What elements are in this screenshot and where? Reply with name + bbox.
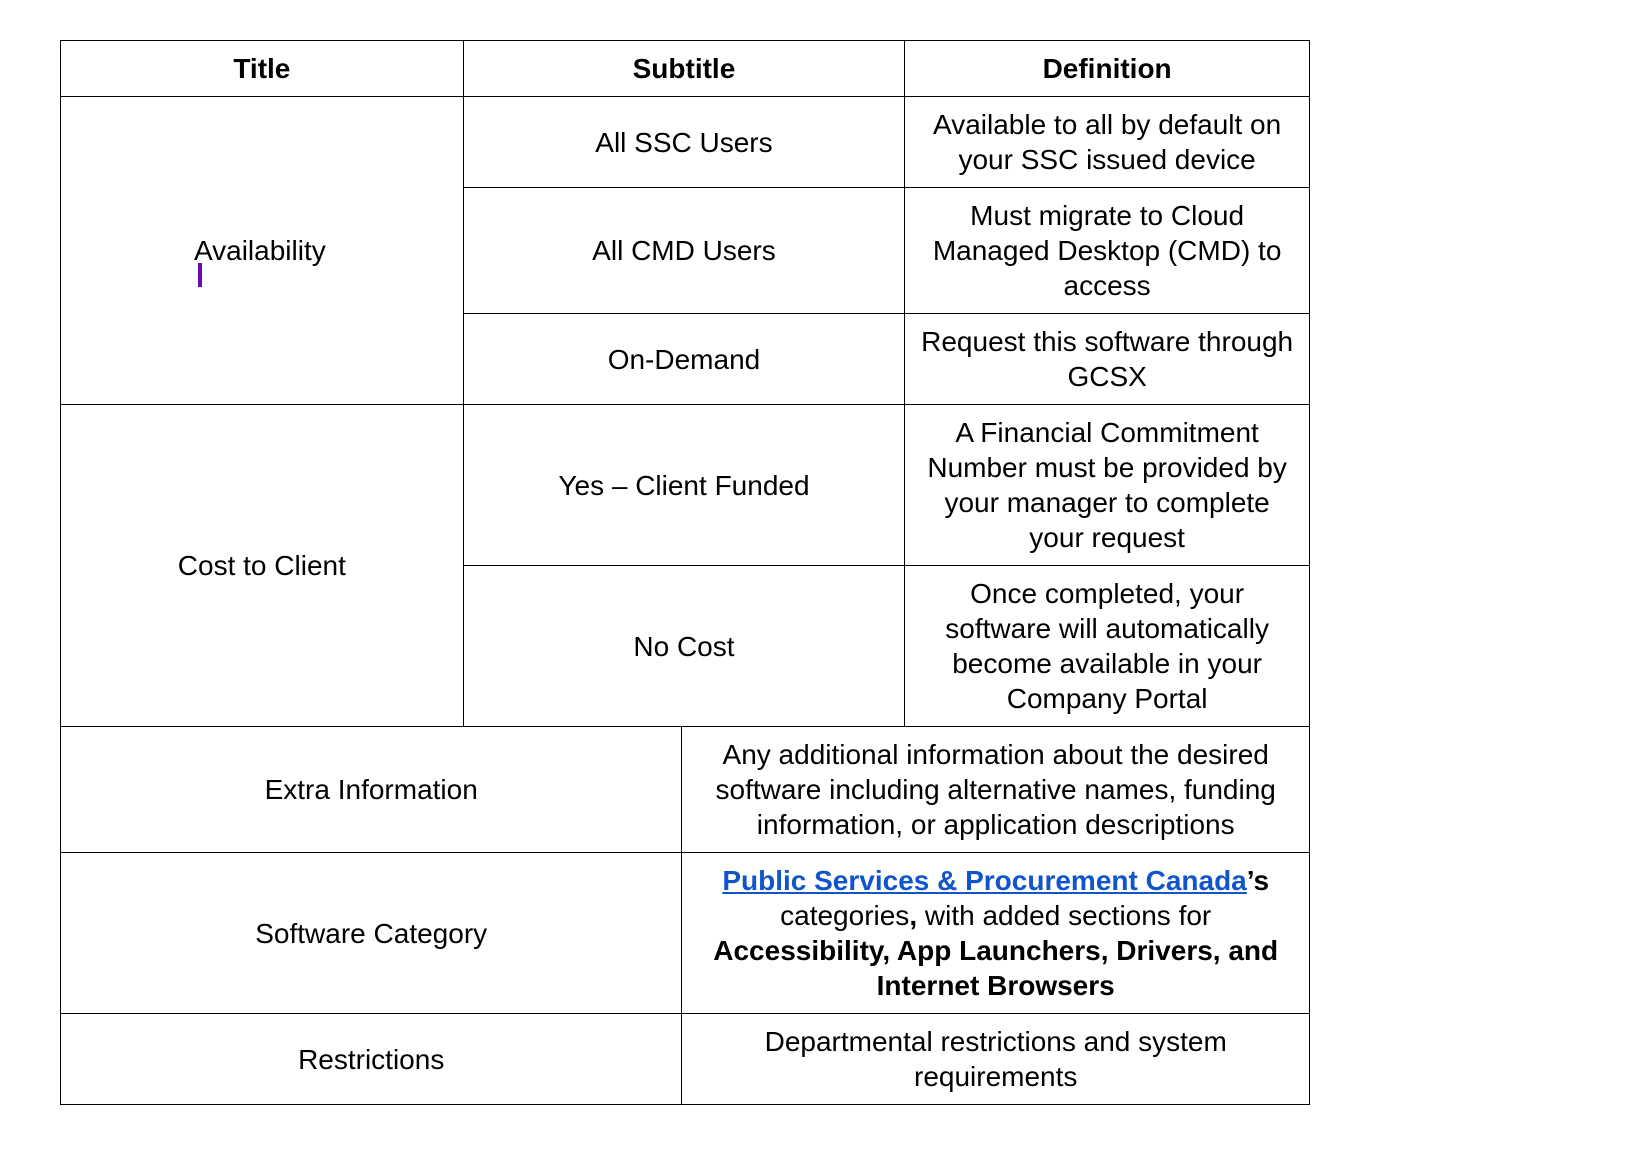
availability-subtitle-2: On-Demand <box>463 314 905 405</box>
header-subtitle: Subtitle <box>463 41 905 97</box>
availability-subtitle-1: All CMD Users <box>463 188 905 314</box>
availability-title-text: Availability <box>194 235 326 266</box>
definitions-table: Title Subtitle Definition Availability A… <box>60 40 1310 1105</box>
category-definition: Public Services & Procurement Canada’s c… <box>682 853 1310 1014</box>
restrictions-definition: Departmental restrictions and system req… <box>682 1014 1310 1105</box>
availability-title: Availability <box>61 97 464 405</box>
page: Title Subtitle Definition Availability A… <box>60 40 1310 1105</box>
availability-definition-2: Request this software through GCSX <box>905 314 1310 405</box>
cost-subtitle-1: No Cost <box>463 566 905 727</box>
category-possessive: ’s <box>1247 865 1269 896</box>
cost-row-0: Cost to Client Yes – Client Funded A Fin… <box>61 405 1310 566</box>
category-extra-bold: Accessibility, App Launchers, Drivers, a… <box>713 935 1278 1001</box>
availability-definition-1: Must migrate to Cloud Managed Desktop (C… <box>905 188 1310 314</box>
category-title: Software Category <box>61 853 682 1014</box>
availability-row-0: Availability All SSC Users Available to … <box>61 97 1310 188</box>
extra-definition: Any additional information about the des… <box>682 727 1310 853</box>
table-header-row: Title Subtitle Definition <box>61 41 1310 97</box>
cost-subtitle-0: Yes – Client Funded <box>463 405 905 566</box>
cost-definition-1: Once completed, your software will autom… <box>905 566 1310 727</box>
availability-subtitle-0: All SSC Users <box>463 97 905 188</box>
category-comma: , <box>909 900 917 931</box>
header-title: Title <box>61 41 464 97</box>
pspc-link[interactable]: Public Services & Procurement Canada <box>722 865 1246 896</box>
category-row: Software Category Public Services & Proc… <box>61 853 1310 1014</box>
category-mid2: with added sections for <box>917 900 1211 931</box>
category-mid1: categories <box>780 900 909 931</box>
extra-row: Extra Information Any additional informa… <box>61 727 1310 853</box>
cost-definition-0: A Financial Commitment Number must be pr… <box>905 405 1310 566</box>
restrictions-row: Restrictions Departmental restrictions a… <box>61 1014 1310 1105</box>
availability-definition-0: Available to all by default on your SSC … <box>905 97 1310 188</box>
restrictions-title: Restrictions <box>61 1014 682 1105</box>
header-definition: Definition <box>905 41 1310 97</box>
extra-title: Extra Information <box>61 727 682 853</box>
cost-title: Cost to Client <box>61 405 464 727</box>
